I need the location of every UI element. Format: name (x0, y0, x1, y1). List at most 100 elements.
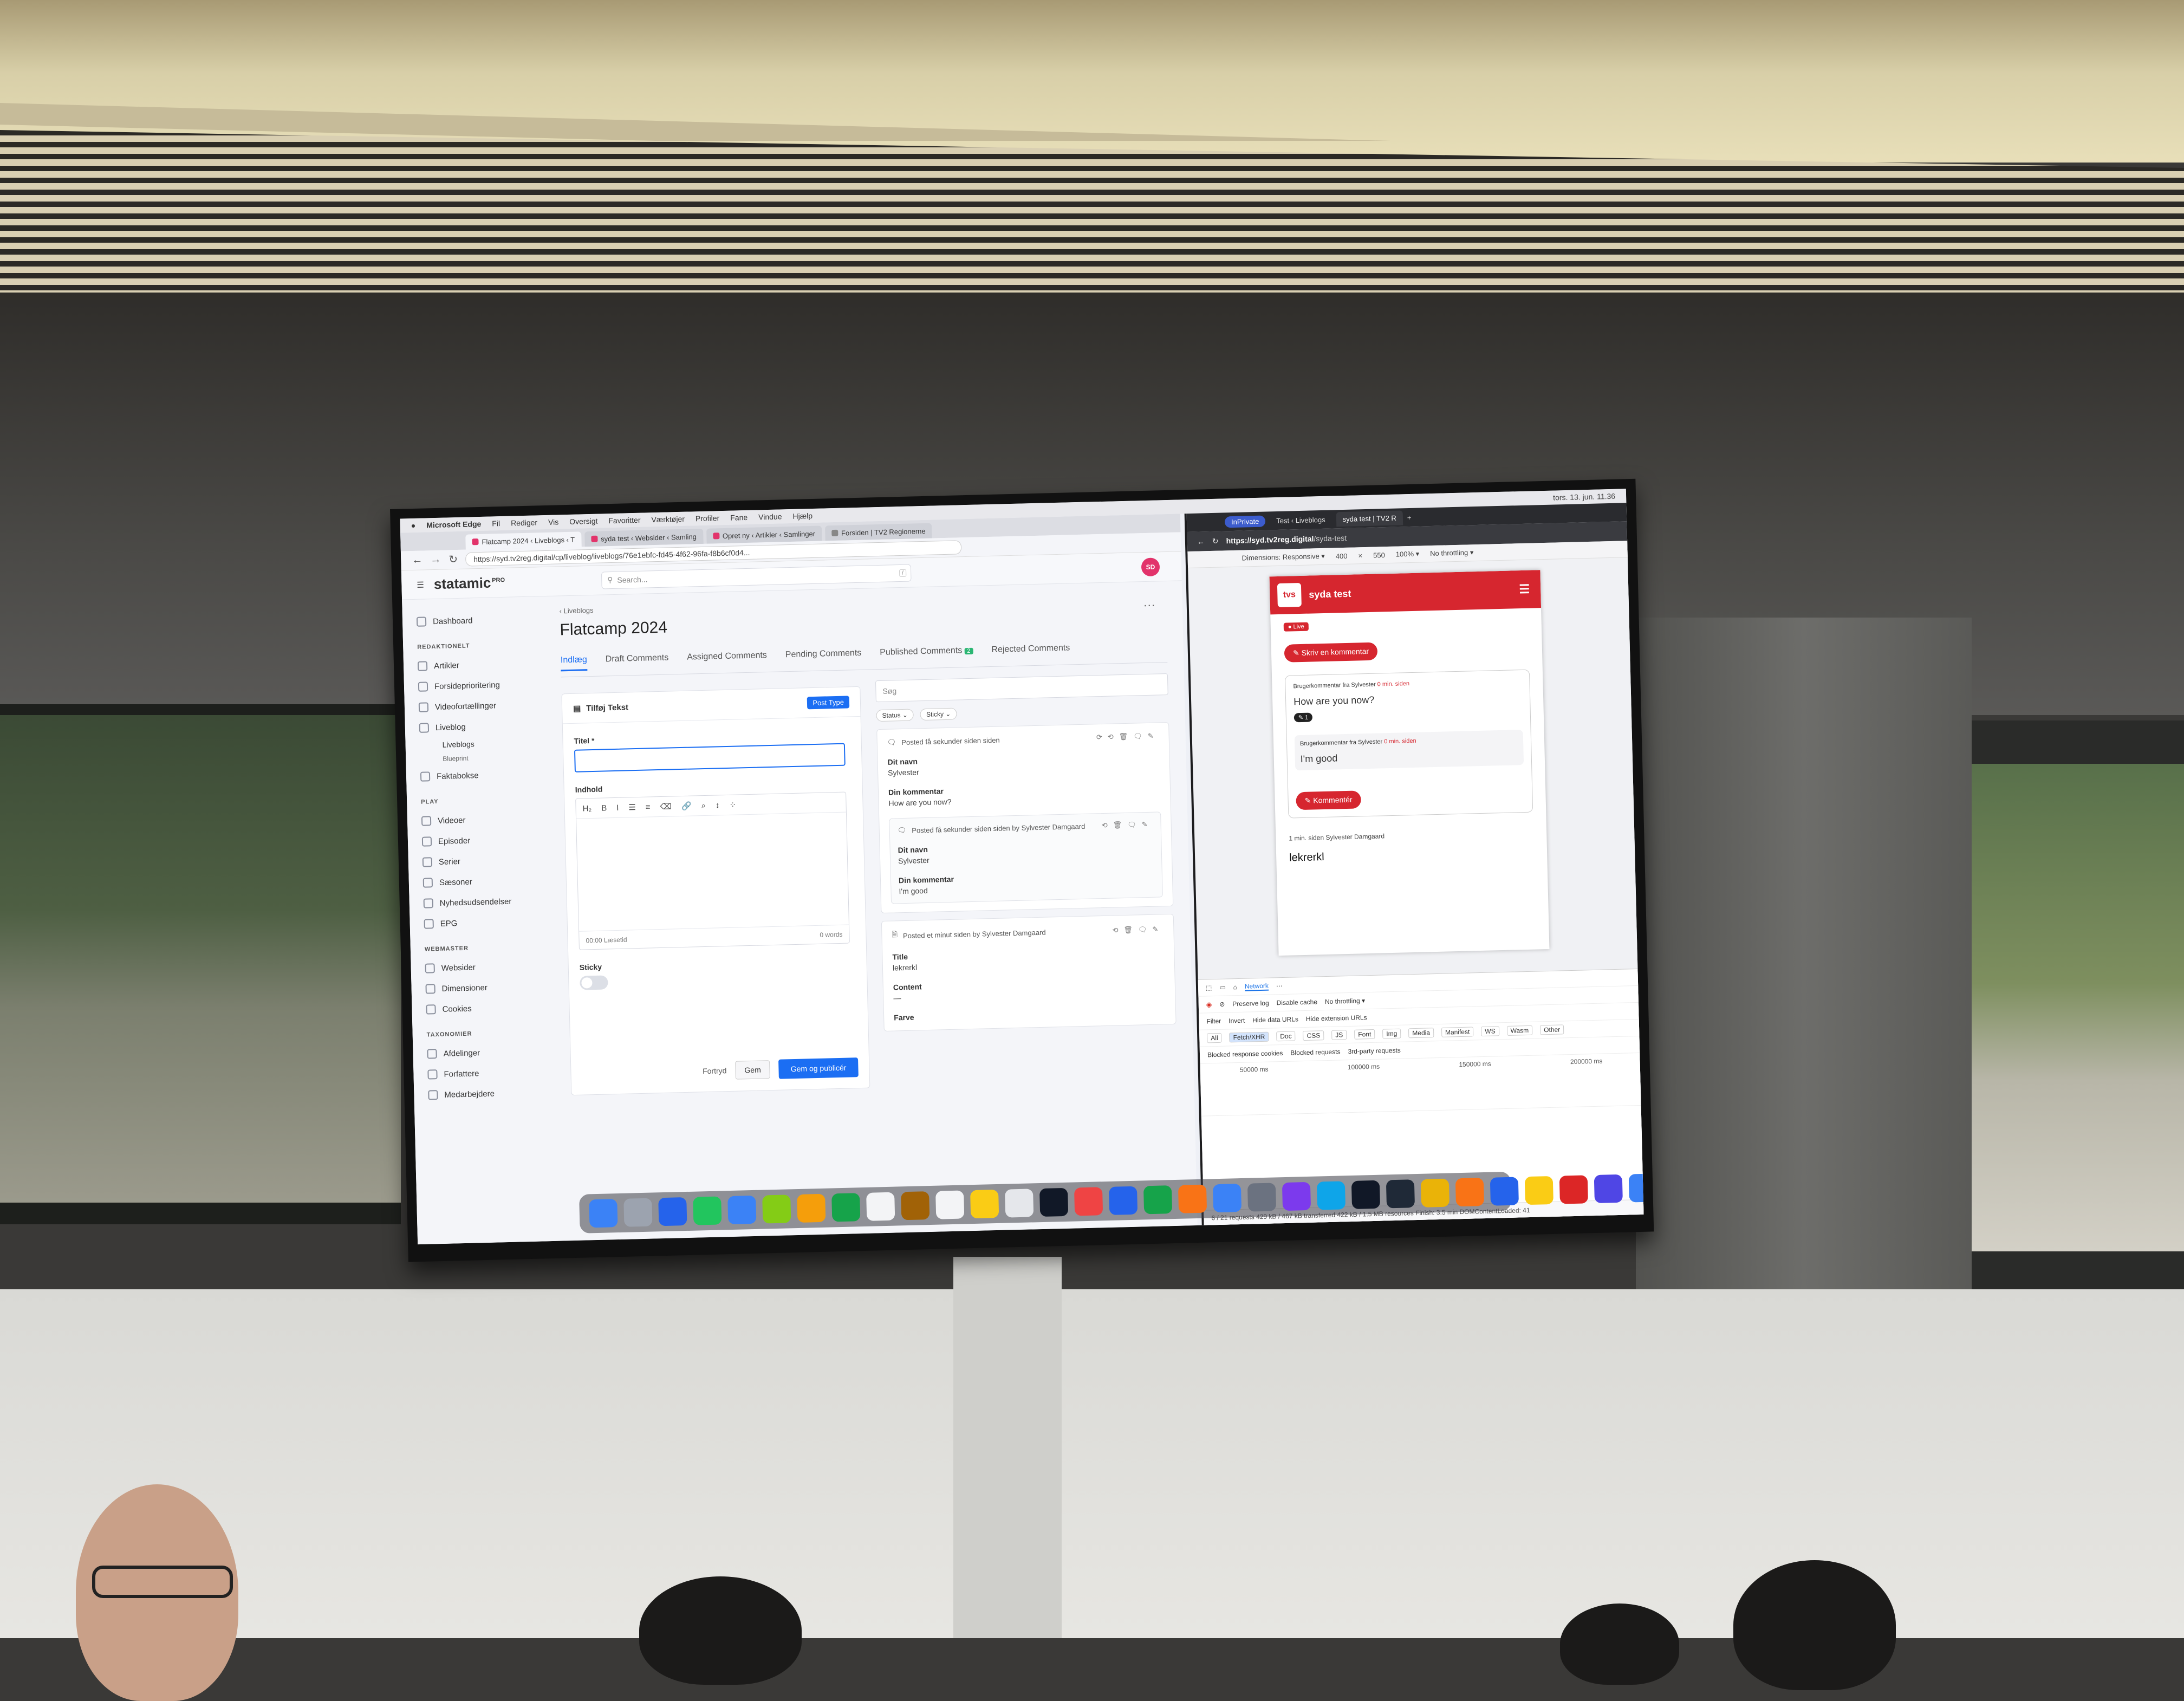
chip-img[interactable]: Img (1382, 1028, 1401, 1039)
menu-hjaelp[interactable]: Hjælp (792, 511, 812, 521)
tab-syda-test[interactable]: syda test | TV2 R (1336, 510, 1403, 527)
sidebar-item-afdelinger[interactable]: Afdelinger (427, 1041, 549, 1064)
outlook-icon[interactable] (1490, 1177, 1519, 1206)
reminders-icon[interactable] (935, 1190, 965, 1219)
chip-other[interactable]: Other (1539, 1024, 1564, 1035)
duck-icon[interactable] (1524, 1176, 1554, 1205)
sticky-toggle[interactable] (580, 975, 608, 990)
post-actions-icons[interactable]: ⟳⟲🗑🗨✎ (1096, 731, 1159, 742)
global-search[interactable]: ⚲ Search... / (601, 564, 912, 589)
back-icon[interactable]: ← (412, 554, 423, 567)
menu-vaerktoejer[interactable]: Værktøjer (651, 515, 685, 524)
chip-css[interactable]: CSS (1303, 1030, 1324, 1041)
sidebar-item-liveblog[interactable]: Liveblog (419, 715, 541, 738)
cancel-button[interactable]: Fortryd (703, 1066, 727, 1075)
more-icon[interactable]: ⋯ (1276, 982, 1283, 990)
search-icon[interactable]: ⌕ (701, 801, 706, 810)
menu-profiler[interactable]: Profiler (696, 514, 720, 523)
disable-cache-checkbox[interactable]: Disable cache (1277, 998, 1318, 1007)
throttle-select[interactable]: No throttling ▾ (1430, 548, 1474, 558)
finder-icon[interactable] (589, 1199, 618, 1228)
chip-ws[interactable]: WS (1481, 1026, 1499, 1037)
mail-icon[interactable] (727, 1195, 757, 1225)
tab-assigned-comments[interactable]: Assigned Comments (687, 651, 767, 668)
chip-doc[interactable]: Doc (1276, 1031, 1296, 1042)
sidebar-item-videoer[interactable]: Videoer (421, 808, 543, 831)
messages-icon[interactable] (693, 1196, 722, 1225)
tv-icon[interactable] (1039, 1187, 1069, 1217)
hide-data-urls-checkbox[interactable]: Hide data URLs (1252, 1015, 1298, 1024)
edge-icon[interactable] (1316, 1181, 1346, 1210)
facetime-icon[interactable] (831, 1193, 861, 1222)
record-icon[interactable]: ◉ (1206, 1001, 1212, 1008)
italic-icon[interactable]: I (616, 803, 619, 812)
inprivate-address-bar[interactable]: https://syd.tv2reg.digital/syda-test (1226, 534, 1347, 545)
height-input[interactable]: 550 (1373, 551, 1385, 560)
tab-rejected-comments[interactable]: Rejected Comments (991, 643, 1070, 661)
sidebar-item-medarbejdere[interactable]: Medarbejdere (428, 1082, 550, 1105)
h-app-icon[interactable] (1559, 1175, 1588, 1204)
numbers-icon[interactable] (1143, 1185, 1173, 1215)
chip-manifest[interactable]: Manifest (1441, 1027, 1474, 1037)
sidebar-item-artikler[interactable]: Artikler (417, 653, 540, 676)
post-actions-icons[interactable]: ⟲🗑🗨✎ (1102, 820, 1153, 830)
menubar-app[interactable]: Microsoft Edge (426, 520, 481, 529)
expand-icon[interactable]: ↕ (716, 801, 720, 810)
tab-pending-comments[interactable]: Pending Comments (785, 648, 862, 666)
tab-draft-comments[interactable]: Draft Comments (606, 653, 669, 671)
forward-icon[interactable]: → (430, 554, 441, 566)
menu-oversigt[interactable]: Oversigt (569, 517, 598, 526)
statamic-logo[interactable]: statamicPRO (433, 574, 505, 593)
signal-icon[interactable] (1628, 1173, 1644, 1203)
contacts-icon[interactable] (901, 1191, 930, 1220)
sidebar-item-saesoner[interactable]: Sæsoner (422, 869, 544, 893)
tab-published-comments[interactable]: Published Comments 2 (880, 646, 973, 664)
chip-wasm[interactable]: Wasm (1506, 1025, 1533, 1036)
back-icon[interactable]: ← (1197, 537, 1205, 546)
sidebar-item-episoder[interactable]: Episoder (421, 828, 544, 852)
sidebar-item-serier[interactable]: Serier (422, 849, 544, 872)
terminal-icon[interactable] (1386, 1179, 1415, 1209)
keynote-icon[interactable] (1108, 1186, 1138, 1215)
post-actions-icons[interactable]: ⟲🗑🗨✎ (1112, 925, 1164, 934)
inprivate-badge[interactable]: InPrivate (1224, 515, 1266, 528)
sidebar-item-forsideprioritering[interactable]: Forsideprioritering (418, 673, 540, 697)
safari-icon[interactable] (658, 1197, 687, 1226)
chip-media[interactable]: Media (1408, 1028, 1434, 1038)
chip-js[interactable]: JS (1331, 1030, 1347, 1040)
throttling-select[interactable]: No throttling ▾ (1325, 997, 1365, 1005)
heading-icon[interactable]: H₂ (582, 804, 592, 813)
save-button[interactable]: Gem (735, 1060, 771, 1080)
pages-icon[interactable] (1178, 1184, 1207, 1213)
reply-count-badge[interactable]: ✎ 1 (1294, 712, 1313, 723)
sidebar-item-dashboard[interactable]: Dashboard (416, 608, 538, 632)
photos-icon[interactable] (797, 1193, 826, 1223)
reload-icon[interactable]: ↻ (448, 553, 458, 566)
link-icon[interactable]: 🔗 (681, 801, 692, 811)
tab-indlaeg[interactable]: Indlæg (560, 655, 588, 672)
third-party-checkbox[interactable]: 3rd-party requests (1348, 1047, 1401, 1055)
inspect-icon[interactable]: ⬚ (1206, 984, 1212, 991)
launchpad-icon[interactable] (623, 1198, 653, 1227)
chip-fetch-xhr[interactable]: Fetch/XHR (1229, 1031, 1269, 1043)
dimensions-select[interactable]: Dimensions: Responsive ▾ (1242, 552, 1325, 563)
post-type-button[interactable]: Post Type (807, 695, 850, 709)
clear-format-icon[interactable]: ⌫ (660, 801, 672, 811)
calendar-icon[interactable] (866, 1192, 895, 1221)
tvs-logo[interactable]: tvs (1277, 582, 1302, 608)
width-input[interactable]: 400 (1336, 551, 1348, 560)
new-tab-icon[interactable]: + (1407, 513, 1412, 521)
sidebar-item-epg[interactable]: EPG (424, 911, 545, 934)
sidebar-item-forfattere[interactable]: Forfattere (427, 1061, 549, 1085)
reload-icon[interactable]: ↻ (1212, 536, 1219, 546)
status-filter[interactable]: Status ⌄ (876, 709, 914, 722)
home-icon[interactable]: ⌂ (1233, 983, 1238, 991)
device-icon[interactable]: ▭ (1219, 984, 1226, 991)
write-comment-button[interactable]: ✎ Skriv en kommentar (1284, 642, 1378, 663)
menu-vis[interactable]: Vis (548, 517, 559, 526)
tableplus-icon[interactable] (1420, 1178, 1450, 1207)
freeform-icon[interactable] (1005, 1189, 1034, 1218)
sticky-filter[interactable]: Sticky ⌄ (920, 707, 957, 721)
ordered-list-icon[interactable]: ≡ (646, 802, 651, 811)
chip-font[interactable]: Font (1354, 1029, 1375, 1040)
